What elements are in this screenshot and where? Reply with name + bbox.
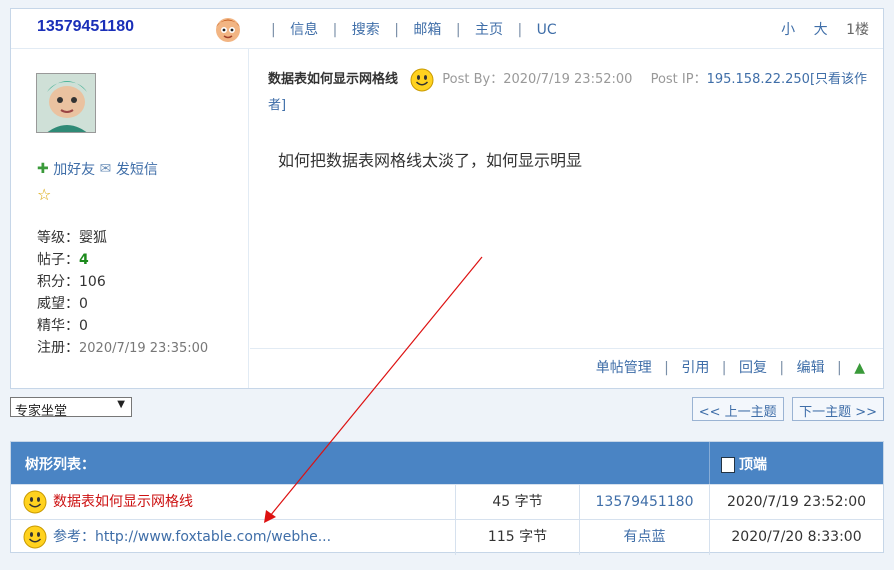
post-by: Post By：2020/7/19 23:52:00: [442, 72, 633, 87]
post-ip: 195.158.22.250: [706, 72, 810, 87]
manage-post-button[interactable]: 单帖管理: [596, 360, 652, 376]
smiley-icon: [23, 525, 47, 549]
edit-button[interactable]: 编辑: [797, 360, 825, 376]
topic-navigation: << 上一主题 下一主题 >>: [688, 397, 884, 421]
post-toolbar: 单帖管理 | 引用 | 回复 | 编辑 | ▲: [250, 348, 883, 388]
nav-info[interactable]: 信息: [290, 19, 318, 39]
prev-topic-button[interactable]: << 上一主题: [691, 397, 784, 421]
nav-separator: |: [332, 22, 338, 38]
stat-label: 等级：: [37, 230, 79, 246]
nav-home[interactable]: 主页: [475, 19, 503, 39]
tree-list-title: 树形列表：: [25, 457, 95, 473]
add-friend-icon: ✚: [37, 161, 49, 177]
post-content-panel: 数据表如何显示网格线 Post By：2020/7/19 23:52:00 Po…: [250, 49, 883, 388]
row-title-cell: 参考：http://www.foxtable.com/webhe...: [23, 520, 453, 555]
user-stats: 等级：婴狐 帖子：4 积分：106 威望：0 精华：0 注册：2020/7/19…: [37, 227, 208, 360]
toolbar-separator: |: [837, 360, 842, 376]
post-meta: 数据表如何显示网格线 Post By：2020/7/19 23:52:00 Po…: [268, 67, 868, 119]
toolbar-separator: |: [664, 360, 669, 376]
post-title: 数据表如何显示网格线: [268, 72, 399, 87]
avatar-image: [37, 74, 95, 132]
toolbar-separator: |: [721, 360, 727, 376]
post-header: 13579451180 | 信息 | 搜索 | 邮箱 | 主页 | UC 小 大…: [11, 9, 883, 49]
user-nav: | 信息 | 搜索 | 邮箱 | 主页 | UC: [261, 19, 557, 39]
next-topic-button[interactable]: 下一主题 >>: [792, 397, 884, 421]
font-size-controls: 小 大 1楼: [767, 19, 869, 39]
row-time: 2020/7/19 23:52:00: [709, 485, 883, 520]
row-title[interactable]: 数据表如何显示网格线: [53, 494, 193, 510]
nav-mail[interactable]: 邮箱: [413, 19, 441, 39]
row-size: 45 字节: [455, 485, 579, 520]
mail-icon: ✉: [99, 161, 112, 177]
row-time: 2020/7/20 8:33:00: [709, 520, 883, 555]
table-row[interactable]: 参考：http://www.foxtable.com/webhe... 115 …: [11, 519, 883, 555]
forum-select-value: 专家坐堂: [15, 404, 68, 419]
reply-button[interactable]: 回复: [739, 360, 767, 376]
post-author-name[interactable]: 13579451180: [37, 18, 134, 36]
document-icon: [721, 457, 735, 473]
stat-label: 积分：: [37, 274, 79, 290]
stat-essence: 精华：0: [37, 315, 208, 337]
nav-separator: |: [517, 22, 523, 38]
avatar[interactable]: [36, 73, 96, 133]
row-author[interactable]: 13579451180: [579, 485, 709, 520]
table-row[interactable]: 数据表如何显示网格线 45 字节 13579451180 2020/7/19 2…: [11, 484, 883, 520]
smiley-icon: [410, 68, 434, 91]
profile-actions: ✚ 加好友 ✉ 发短信: [37, 159, 158, 179]
stat-value: 106: [79, 274, 106, 290]
nav-separator: |: [271, 22, 276, 38]
forum-jump-select[interactable]: 专家坐堂 ▼: [10, 397, 132, 419]
post-ip-label: Post IP：: [650, 72, 707, 87]
stat-value: 4: [79, 252, 89, 268]
post-container: 13579451180 | 信息 | 搜索 | 邮箱 | 主页 | UC 小 大…: [10, 8, 884, 389]
stat-value: 2020/7/19 23:35:00: [79, 341, 209, 356]
user-face-icon: [216, 18, 240, 42]
back-to-top-icon[interactable]: ▲: [854, 360, 865, 376]
row-title-cell: 数据表如何显示网格线: [23, 485, 453, 520]
toolbar-separator: |: [779, 360, 785, 376]
stat-posts: 帖子：4: [37, 249, 208, 271]
tree-list-header: 树形列表： 顶端: [11, 442, 883, 484]
quote-button[interactable]: 引用: [681, 360, 709, 376]
stat-value: 0: [79, 318, 88, 334]
stat-label: 精华：: [37, 318, 79, 334]
stat-points: 积分：106: [37, 271, 208, 293]
nav-separator: |: [394, 22, 399, 38]
stat-label: 帖子：: [37, 252, 79, 268]
floor-number: 1楼: [846, 22, 869, 38]
post-body: 如何把数据表网格线太淡了，如何显示明显: [278, 151, 583, 170]
stat-level: 等级：婴狐: [37, 227, 208, 249]
top-link-label: 顶端: [739, 457, 767, 473]
row-size: 115 字节: [455, 520, 579, 555]
top-link[interactable]: 顶端: [721, 454, 767, 474]
send-message-link[interactable]: 发短信: [116, 162, 158, 178]
row-author[interactable]: 有点蓝: [579, 520, 709, 555]
font-small-button[interactable]: 小: [781, 22, 795, 38]
stat-value: 0: [79, 296, 88, 312]
stat-label: 注册：: [37, 340, 79, 356]
font-large-button[interactable]: 大: [814, 22, 828, 38]
stat-value: 婴狐: [79, 230, 107, 246]
tree-list: 树形列表： 顶端 数据表如何显示网格线 45 字节 13579451180 20…: [10, 441, 884, 555]
smiley-icon: [23, 490, 47, 514]
stat-label: 威望：: [37, 296, 79, 312]
row-title[interactable]: 参考：http://www.foxtable.com/webhe...: [53, 529, 331, 545]
add-friend-link[interactable]: 加好友: [53, 162, 95, 178]
nav-uc[interactable]: UC: [537, 22, 557, 38]
star-icon: ☆: [37, 185, 52, 204]
nav-separator: |: [455, 22, 461, 38]
stat-registered: 注册：2020/7/19 23:35:00: [37, 337, 208, 360]
header-divider: [709, 442, 710, 484]
stat-prestige: 威望：0: [37, 293, 208, 315]
user-profile-panel: ✚ 加好友 ✉ 发短信 ☆ 等级：婴狐 帖子：4 积分：106 威望：0 精华：…: [11, 49, 249, 388]
chevron-down-icon: ▼: [117, 399, 125, 410]
nav-search[interactable]: 搜索: [352, 19, 380, 39]
